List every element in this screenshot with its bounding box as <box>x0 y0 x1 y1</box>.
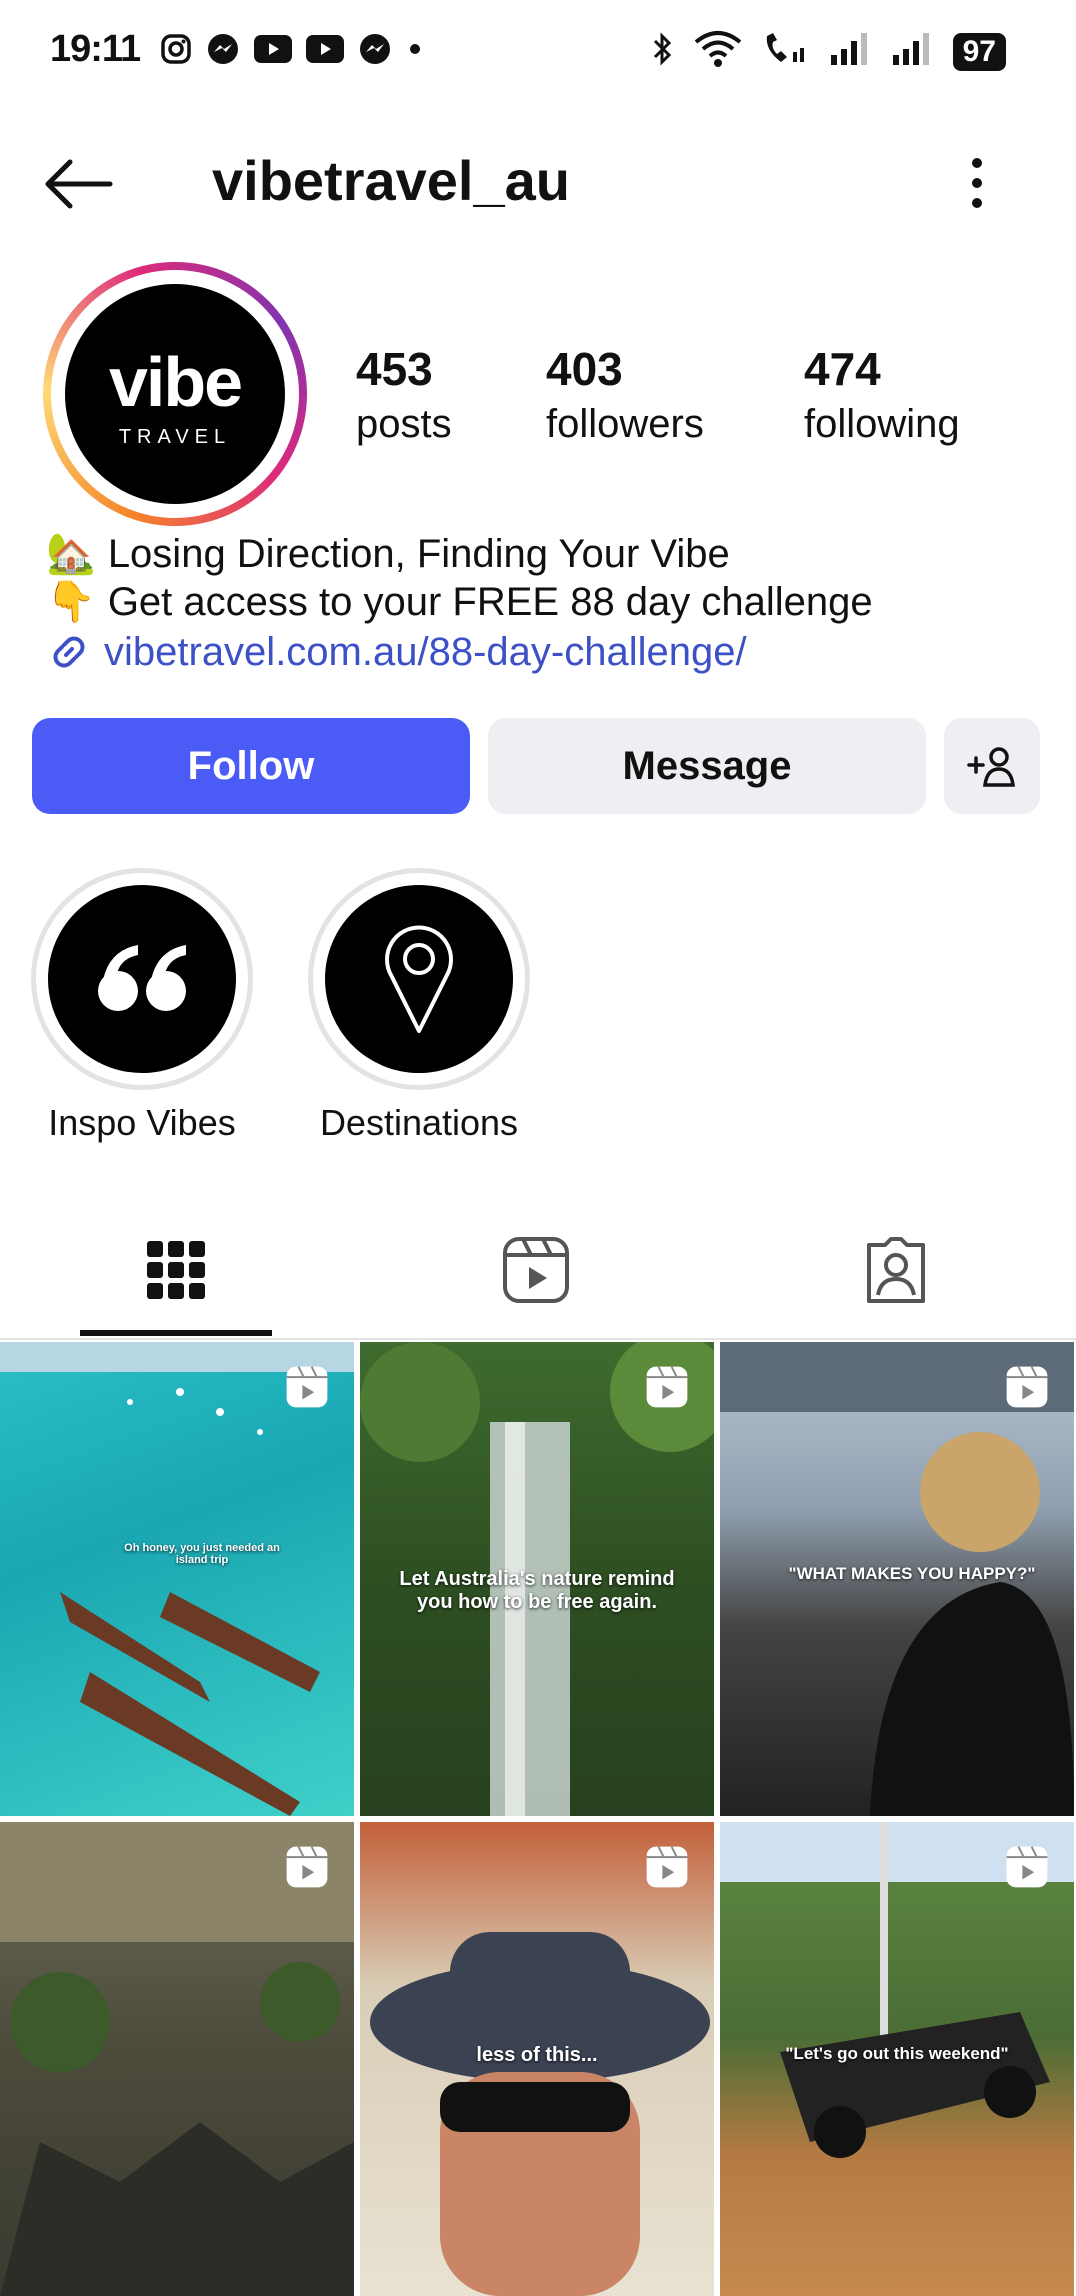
reel-badge <box>282 1844 332 1895</box>
post-caption: less of this... <box>476 2044 598 2066</box>
post-caption: "Let's go out this weekend" <box>785 2044 1009 2063</box>
signal-icon <box>891 31 935 72</box>
post-caption: Oh honey, you just needed an island trip <box>124 1542 280 1566</box>
bio-line-1: Losing Direction, Finding Your Vibe <box>107 532 730 576</box>
youtube-icon <box>306 35 344 68</box>
post-tile[interactable]: Let Australia's nature remind you how to… <box>360 1342 714 1816</box>
reels-icon <box>646 1366 688 1408</box>
reels-icon <box>503 1237 569 1303</box>
messenger-icon <box>206 32 240 71</box>
status-time: 19:11 <box>50 28 141 70</box>
wifi-icon <box>693 30 743 73</box>
dot-icon <box>406 40 424 63</box>
post-tile[interactable] <box>0 1822 354 2296</box>
stat-following-count: 474 <box>804 343 881 395</box>
stat-followers[interactable]: 403 followers <box>546 342 704 447</box>
wifi-call-icon <box>761 30 811 73</box>
stat-following-label: following <box>804 402 960 446</box>
profile-bio: 🏡 Losing Direction, Finding Your Vibe 👇 Ge… <box>46 530 873 676</box>
avatar-logo: vibe TRAVEL <box>65 284 285 504</box>
instagram-icon <box>160 33 192 70</box>
highlight-inspo-vibes[interactable]: Inspo Vibes <box>29 868 255 1144</box>
bio-line-2: Get access to your FREE 88 day challenge <box>107 580 873 624</box>
status-bar: 19:11 97 <box>0 0 1076 100</box>
stat-posts-label: posts <box>356 402 452 446</box>
youtube-icon <box>254 35 292 68</box>
post-tile[interactable]: Oh honey, you just needed an island trip <box>0 1342 354 1816</box>
stat-followers-label: followers <box>546 402 704 446</box>
profile-tab-bar <box>0 1190 1076 1340</box>
reel-badge <box>642 1844 692 1895</box>
system-icons: 97 <box>651 30 1006 73</box>
suggested-accounts-button[interactable] <box>944 718 1040 814</box>
tab-reels[interactable] <box>496 1230 576 1310</box>
stat-posts[interactable]: 453 posts <box>356 342 452 447</box>
signal-icon <box>829 31 873 72</box>
link-icon <box>53 636 85 668</box>
reels-icon <box>286 1846 328 1888</box>
tab-tagged[interactable] <box>856 1230 936 1310</box>
bio-link[interactable]: vibetravel.com.au/88-day-challenge/ <box>46 628 873 676</box>
location-pin-icon <box>385 925 453 1033</box>
post-caption: Let Australia's nature remind you how to… <box>399 1568 675 1613</box>
post-caption: "WHAT MAKES YOU HAPPY?" <box>788 1564 1036 1583</box>
bio-link-text[interactable]: vibetravel.com.au/88-day-challenge/ <box>104 628 747 676</box>
more-options-button[interactable] <box>968 155 986 216</box>
reels-icon <box>646 1846 688 1888</box>
highlight-label: Inspo Vibes <box>48 1102 236 1143</box>
bluetooth-icon <box>651 31 675 72</box>
grid-icon <box>147 1241 205 1299</box>
profile-avatar[interactable]: vibe TRAVEL <box>43 262 307 526</box>
post-tile[interactable]: less of this... <box>360 1822 714 2296</box>
reels-icon <box>1006 1366 1048 1408</box>
stat-following[interactable]: 474 following <box>804 342 960 447</box>
active-tab-indicator <box>80 1330 272 1336</box>
highlight-destinations[interactable]: Destinations <box>306 868 532 1144</box>
tagged-icon <box>867 1237 925 1303</box>
pointing-down-emoji-icon: 👇 <box>46 580 96 624</box>
avatar-sub-text: TRAVEL <box>118 426 232 448</box>
notification-icons <box>160 32 424 71</box>
follow-button[interactable]: Follow <box>32 718 470 814</box>
reel-badge <box>1002 1364 1052 1415</box>
stat-followers-count: 403 <box>546 343 623 395</box>
highlight-label: Destinations <box>319 1102 519 1143</box>
tab-posts-grid[interactable] <box>136 1230 216 1310</box>
stat-posts-count: 453 <box>356 343 433 395</box>
back-button[interactable] <box>40 150 116 223</box>
reel-badge <box>642 1364 692 1415</box>
message-button[interactable]: Message <box>488 718 926 814</box>
reels-icon <box>1006 1846 1048 1888</box>
profile-username: vibetravel_au <box>212 149 570 212</box>
post-tile[interactable]: "Let's go out this weekend" <box>720 1822 1074 2296</box>
add-person-icon <box>967 747 1015 787</box>
reel-badge <box>282 1364 332 1415</box>
messenger-icon <box>358 32 392 71</box>
quote-icon <box>98 945 186 1011</box>
reel-badge <box>1002 1844 1052 1895</box>
reels-icon <box>286 1366 328 1408</box>
battery-indicator: 97 <box>952 32 1006 71</box>
kebab-menu-icon <box>972 158 982 208</box>
post-tile[interactable]: "WHAT MAKES YOU HAPPY?" <box>720 1342 1074 1816</box>
arrow-left-icon <box>45 159 113 209</box>
house-emoji-icon: 🏡 <box>46 532 96 576</box>
avatar-brand-text: vibe <box>108 343 243 421</box>
